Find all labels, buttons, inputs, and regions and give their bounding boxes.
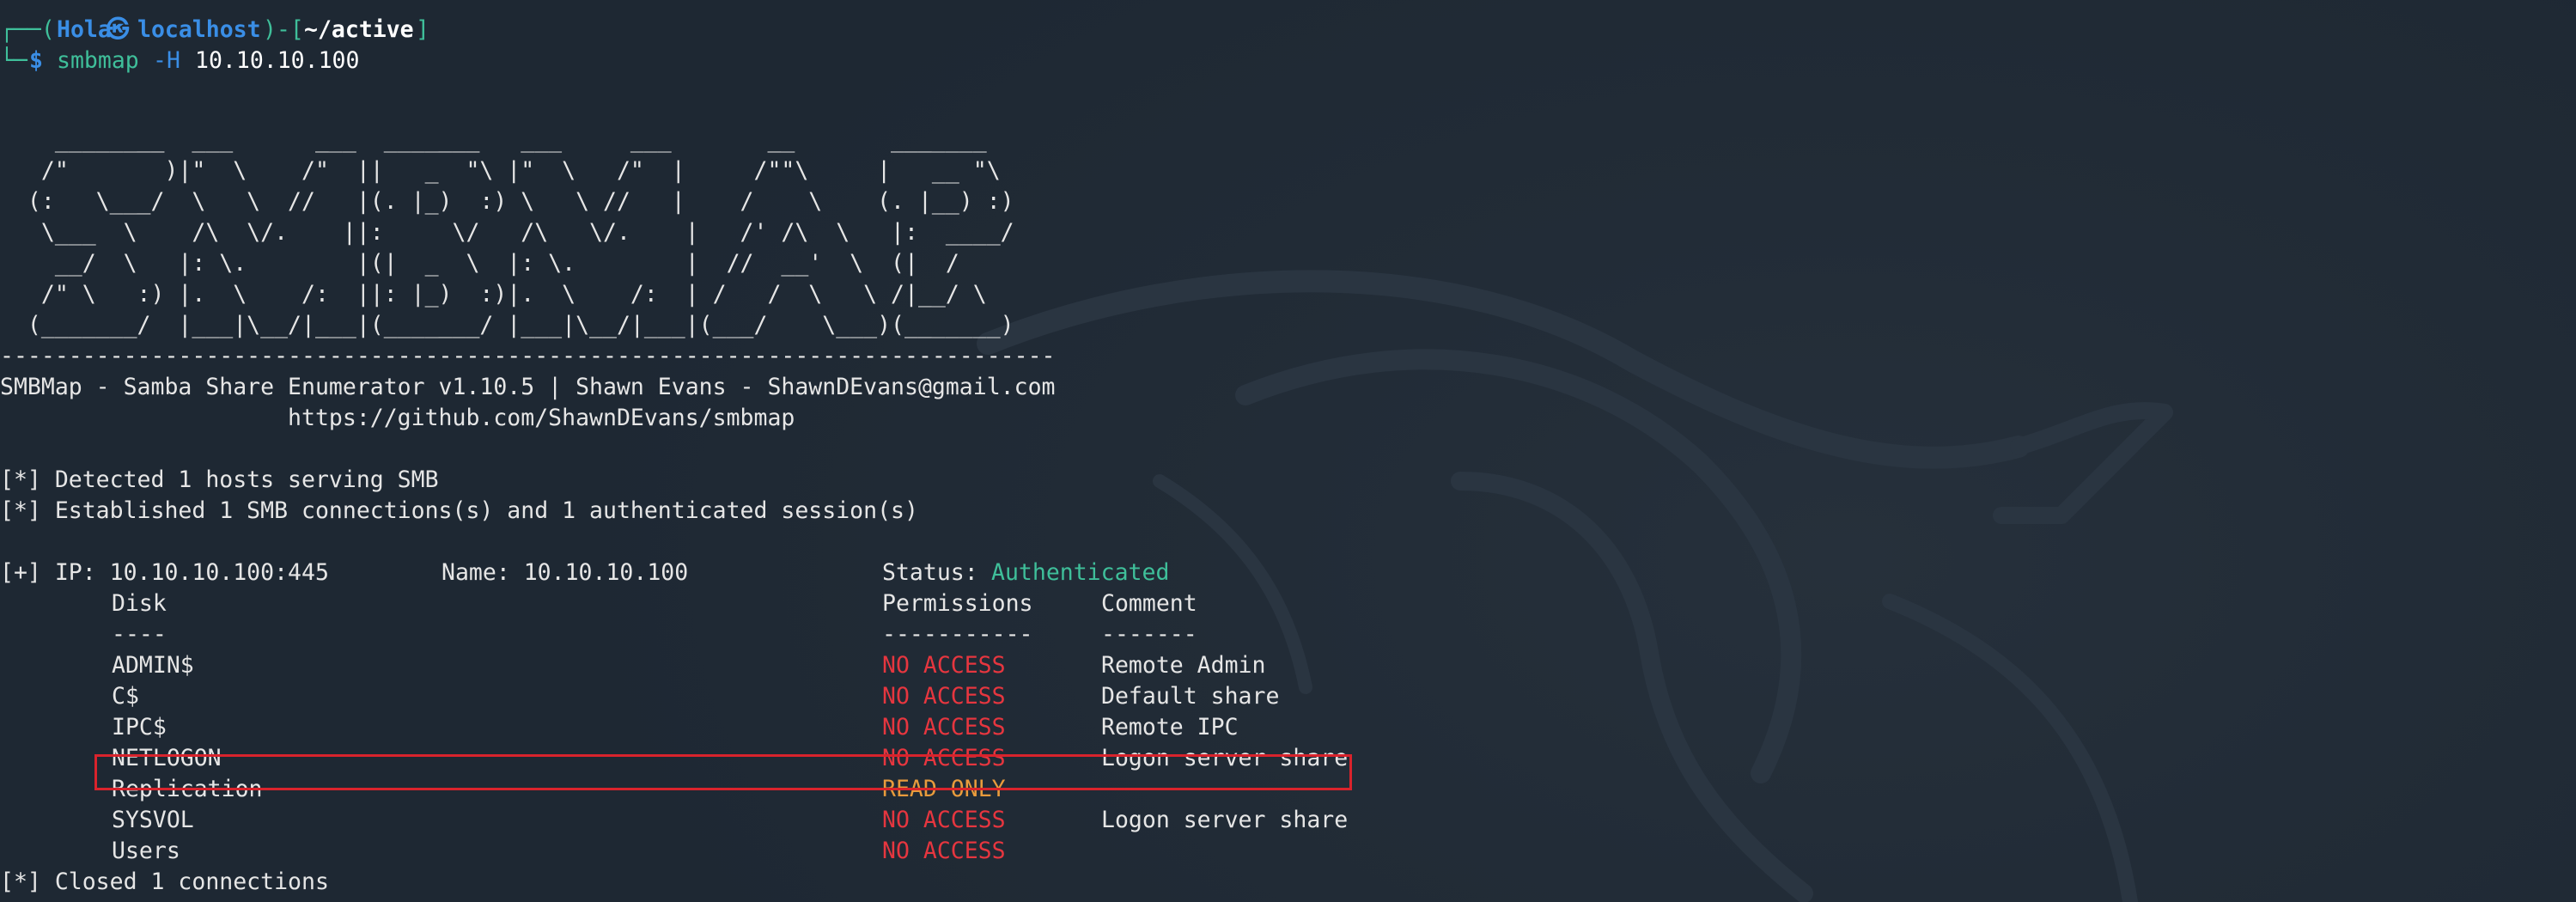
prompt-host: localhost [137, 16, 261, 43]
prompt-frame-top: ┌──( [0, 16, 55, 43]
prompt-path: ~/active [304, 16, 414, 43]
banner-url-line: https://github.com/ShawnDEvans/smbmap [0, 405, 795, 431]
table-row: ADMIN$ NO ACCESS Remote Admin [0, 650, 2576, 681]
table-underline-permissions: ----------- [882, 621, 1033, 648]
table-underline-comment: ------- [1101, 621, 1197, 648]
share-permission: NO ACCESS [882, 807, 1006, 833]
closed-connections-line: [*] Closed 1 connections [0, 868, 329, 895]
smbmap-ascii-banner: ________ ___ ___ _______ ___ ___ __ ____… [27, 126, 1014, 338]
ip-label: [+] IP: 10.10.10.100:445 [0, 559, 329, 586]
share-comment: Logon server share [1101, 807, 1349, 833]
command-flag: -H [153, 47, 180, 74]
command-target: 10.10.10.100 [195, 47, 360, 74]
table-underline-row: ---- ----------- ------- [0, 619, 2576, 650]
prompt-line-top: ┌──(Hola ㉿ localhost)-[~/active] [0, 15, 2576, 46]
replication-highlight-box [94, 754, 1352, 790]
share-permission: NO ACCESS [882, 652, 1006, 679]
prompt-dollar: $ [29, 47, 43, 74]
share-permission: NO ACCESS [882, 838, 1006, 864]
table-header-disk: Disk [112, 590, 167, 617]
host-info-line: [+] IP: 10.10.10.100:445 Name: 10.10.10.1… [0, 558, 2576, 588]
table-header-row: Disk Permissions Comment [0, 588, 2576, 619]
share-name: C$ [112, 683, 139, 710]
share-permission: NO ACCESS [882, 714, 1006, 740]
share-name: IPC$ [112, 714, 167, 740]
share-name: ADMIN$ [112, 652, 194, 679]
prompt-path-close: ] [416, 16, 429, 43]
table-row: C$ NO ACCESS Default share [0, 681, 2576, 712]
share-permission: NO ACCESS [882, 683, 1006, 710]
share-comment: Default share [1101, 683, 1280, 710]
prompt-line-command: └─ $ smbmap -H 10.10.10.100 [0, 46, 2576, 76]
banner-divider: ----------------------------------------… [0, 343, 1056, 369]
share-comment: Remote Admin [1101, 652, 1266, 679]
table-row: Users NO ACCESS [0, 836, 2576, 867]
status-label: Status: [882, 559, 978, 586]
table-row: SYSVOL NO ACCESS Logon server share [0, 805, 2576, 836]
table-underline-disk: ---- [112, 621, 167, 648]
detected-hosts-line: [*] Detected 1 hosts serving SMB [0, 466, 439, 493]
share-name: SYSVOL [112, 807, 194, 833]
command-name: smbmap [57, 47, 139, 74]
status-value: Authenticated [991, 559, 1170, 586]
table-header-comment: Comment [1101, 590, 1197, 617]
prompt-user: Hola [57, 16, 112, 43]
share-name: Users [112, 838, 180, 864]
banner-title-line: SMBMap - Samba Share Enumerator v1.10.5 … [0, 374, 1056, 400]
table-header-permissions: Permissions [882, 590, 1033, 617]
prompt-path-open: )-[ [263, 16, 304, 43]
table-row: IPC$ NO ACCESS Remote IPC [0, 712, 2576, 743]
prompt-at-icon: ㉿ [107, 16, 130, 43]
host-name-label: Name: 10.10.10.100 [442, 559, 689, 586]
established-connections-line: [*] Established 1 SMB connections(s) and… [0, 497, 918, 524]
prompt-frame-bottom: └─ [0, 47, 27, 74]
share-comment: Remote IPC [1101, 714, 1239, 740]
